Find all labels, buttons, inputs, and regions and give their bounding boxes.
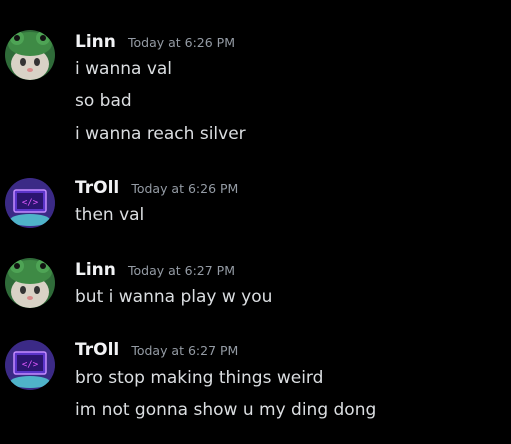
message-text: i wanna reach silver: [75, 124, 246, 144]
message-timestamp[interactable]: Today at 6:26 PM: [128, 35, 235, 50]
message-header: Linn Today at 6:26 PM: [75, 30, 235, 54]
svg-text:</>: </>: [22, 360, 39, 370]
message-text: so bad: [75, 91, 132, 111]
frog-hat-cat-avatar-icon: [5, 258, 55, 308]
frog-hat-cat-avatar-icon: [5, 30, 55, 80]
message-timestamp[interactable]: Today at 6:27 PM: [128, 263, 235, 278]
message-text: then val: [75, 205, 145, 225]
neon-computer-avatar-icon: </>: [5, 178, 55, 228]
message-header: TrOll Today at 6:26 PM: [75, 176, 238, 200]
linn-avatar[interactable]: [5, 258, 55, 308]
author-username[interactable]: Linn: [75, 32, 116, 52]
message-header: TrOll Today at 6:27 PM: [75, 338, 238, 362]
neon-computer-avatar-icon: </>: [5, 340, 55, 390]
message-timestamp[interactable]: Today at 6:26 PM: [131, 181, 238, 196]
message-text: but i wanna play w you: [75, 287, 273, 307]
author-username[interactable]: TrOll: [75, 178, 119, 198]
message-header: Linn Today at 6:27 PM: [75, 258, 235, 282]
author-username[interactable]: TrOll: [75, 340, 119, 360]
message-text: i wanna val: [75, 59, 173, 79]
troll-avatar[interactable]: </>: [5, 340, 55, 390]
troll-avatar[interactable]: </>: [5, 178, 55, 228]
linn-avatar[interactable]: [5, 30, 55, 80]
message-timestamp[interactable]: Today at 6:27 PM: [131, 343, 238, 358]
svg-text:</>: </>: [22, 198, 39, 208]
author-username[interactable]: Linn: [75, 260, 116, 280]
message-text: bro stop making things weird: [75, 368, 324, 388]
message-text: im not gonna show u my ding dong: [75, 400, 377, 420]
